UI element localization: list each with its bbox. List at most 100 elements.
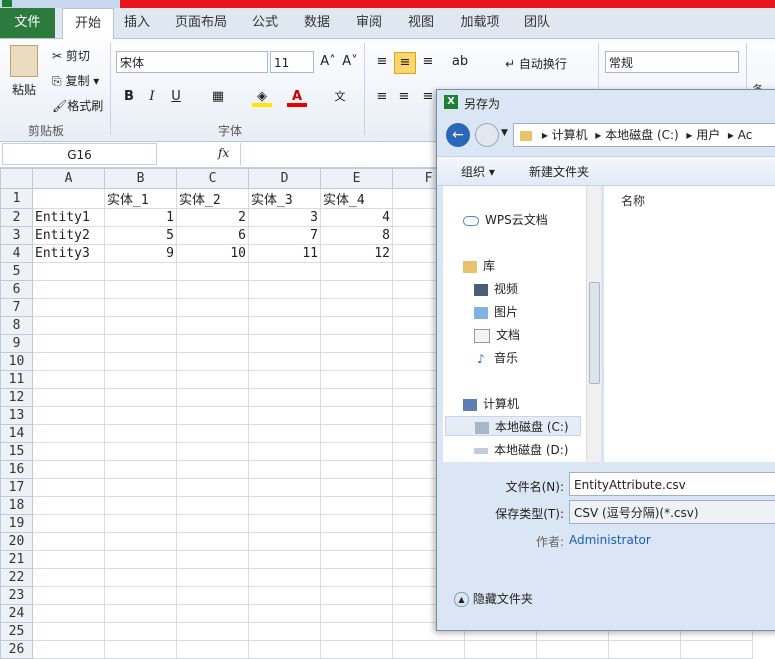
cell[interactable] <box>104 640 177 659</box>
cell[interactable] <box>320 424 393 443</box>
cell[interactable] <box>104 280 177 299</box>
row-header[interactable]: 26 <box>0 640 33 659</box>
bold-button[interactable]: B <box>119 87 139 107</box>
row-header[interactable]: 17 <box>0 478 33 497</box>
align-top-icon[interactable]: ≡ <box>372 52 392 72</box>
cell[interactable] <box>176 460 249 479</box>
cell[interactable] <box>104 424 177 443</box>
cell[interactable] <box>248 640 321 659</box>
cell[interactable] <box>176 298 249 317</box>
cell[interactable] <box>248 604 321 623</box>
row-header[interactable]: 8 <box>0 316 33 335</box>
author-value[interactable]: Administrator <box>569 533 651 547</box>
column-header-name[interactable]: 名称 <box>621 192 645 209</box>
cell[interactable] <box>176 370 249 389</box>
cell[interactable] <box>32 550 105 569</box>
cell[interactable] <box>248 262 321 281</box>
cell[interactable] <box>320 262 393 281</box>
row-header[interactable]: 20 <box>0 532 33 551</box>
cell[interactable] <box>248 568 321 587</box>
cell[interactable] <box>176 280 249 299</box>
cell[interactable]: 3 <box>248 208 321 227</box>
tab-view[interactable]: 视图 <box>401 8 441 38</box>
row-header[interactable]: 13 <box>0 406 33 425</box>
cell[interactable] <box>104 370 177 389</box>
column-header-a[interactable]: A <box>32 168 105 189</box>
cell[interactable] <box>176 586 249 605</box>
cell[interactable] <box>104 388 177 407</box>
cell[interactable]: 实体_2 <box>176 188 249 209</box>
cell[interactable] <box>608 640 681 659</box>
align-right-icon[interactable]: ≡ <box>418 87 438 107</box>
wrap-text-button[interactable]: ↵ 自动换行 <box>505 55 567 72</box>
column-header-d[interactable]: D <box>248 168 321 189</box>
cell[interactable] <box>248 280 321 299</box>
back-icon[interactable]: ← <box>446 123 470 147</box>
cell[interactable] <box>32 478 105 497</box>
phonetic-icon[interactable]: 文 <box>330 87 350 107</box>
cell[interactable] <box>248 316 321 335</box>
cell[interactable] <box>320 604 393 623</box>
cell[interactable] <box>320 334 393 353</box>
cell[interactable] <box>104 316 177 335</box>
cell[interactable] <box>104 514 177 533</box>
row-header[interactable]: 19 <box>0 514 33 533</box>
cell[interactable] <box>248 478 321 497</box>
tab-file[interactable]: 文件 <box>0 8 55 38</box>
cell[interactable] <box>320 568 393 587</box>
tab-addins[interactable]: 加载项 <box>455 8 505 38</box>
cell[interactable]: 6 <box>176 226 249 245</box>
cell[interactable] <box>32 406 105 425</box>
cell[interactable] <box>32 460 105 479</box>
cell[interactable] <box>320 370 393 389</box>
cell[interactable] <box>104 334 177 353</box>
tab-home[interactable]: 开始 <box>62 8 114 39</box>
cell[interactable] <box>104 532 177 551</box>
cell[interactable] <box>176 622 249 641</box>
forward-icon[interactable] <box>475 123 499 147</box>
row-header[interactable]: 14 <box>0 424 33 443</box>
row-header[interactable]: 5 <box>0 262 33 281</box>
column-header-c[interactable]: C <box>176 168 249 189</box>
cell[interactable] <box>320 532 393 551</box>
cell[interactable] <box>32 586 105 605</box>
insert-function-icon[interactable]: fx <box>218 146 229 160</box>
new-folder-button[interactable]: 新建文件夹 <box>529 163 589 180</box>
cell[interactable] <box>176 478 249 497</box>
cell[interactable] <box>680 640 753 659</box>
cell[interactable] <box>104 478 177 497</box>
filename-input[interactable]: EntityAttribute.csv <box>569 472 775 496</box>
organize-button[interactable]: 组织 ▾ <box>461 163 495 180</box>
cell[interactable] <box>176 550 249 569</box>
cell[interactable] <box>248 514 321 533</box>
cell[interactable] <box>320 298 393 317</box>
nav-scrollbar[interactable] <box>586 186 601 462</box>
cell[interactable]: 实体_1 <box>104 188 177 209</box>
row-header[interactable]: 4 <box>0 244 33 263</box>
cell[interactable] <box>32 388 105 407</box>
cell[interactable] <box>32 298 105 317</box>
breadcrumb[interactable]: ▸ 计算机 ▸ 本地磁盘 (C:) ▸ 用户 ▸ Ac <box>513 123 775 147</box>
row-header[interactable]: 2 <box>0 208 33 227</box>
cell[interactable] <box>320 352 393 371</box>
cell[interactable] <box>248 550 321 569</box>
decrease-font-icon[interactable]: A˅ <box>340 52 360 72</box>
row-header[interactable]: 22 <box>0 568 33 587</box>
cell[interactable] <box>32 568 105 587</box>
cell[interactable]: 2 <box>176 208 249 227</box>
cell[interactable]: 实体_4 <box>320 188 393 209</box>
cell[interactable]: 4 <box>320 208 393 227</box>
cell[interactable] <box>176 262 249 281</box>
nav-item-pictures[interactable]: 图片 <box>474 302 518 322</box>
cell[interactable] <box>320 442 393 461</box>
cell[interactable] <box>320 550 393 569</box>
cell[interactable] <box>176 352 249 371</box>
cell[interactable] <box>32 514 105 533</box>
increase-font-icon[interactable]: A˄ <box>318 52 338 72</box>
cell[interactable] <box>320 478 393 497</box>
tab-review[interactable]: 审阅 <box>349 8 389 38</box>
nav-item-computer[interactable]: 计算机 <box>463 394 519 414</box>
row-header[interactable]: 9 <box>0 334 33 353</box>
cell[interactable] <box>176 406 249 425</box>
copy-button[interactable]: ⎘ 复制 ▾ <box>52 72 99 89</box>
